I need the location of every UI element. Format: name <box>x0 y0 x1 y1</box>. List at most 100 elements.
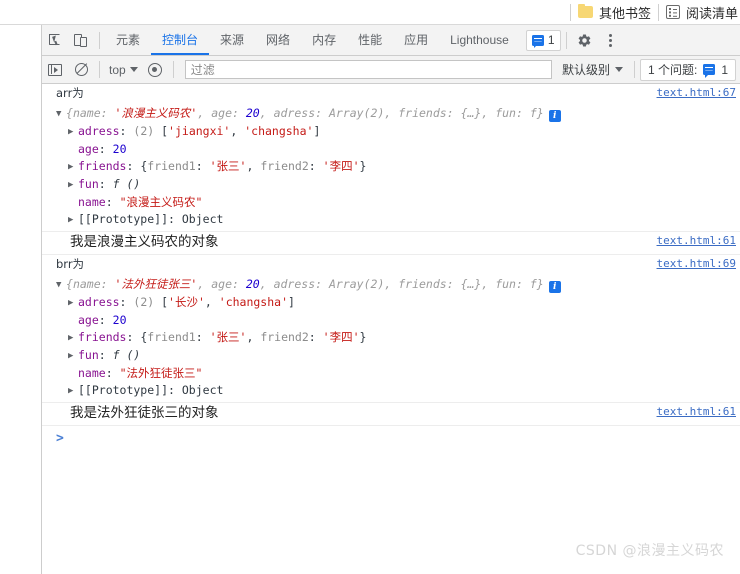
filterbar-divider-2 <box>172 61 174 78</box>
clear-console-button[interactable] <box>68 57 94 83</box>
expand-triangle-icon: ▶ <box>68 351 74 361</box>
expand-triangle-icon: ▶ <box>68 127 74 137</box>
source-link[interactable]: text.html:61 <box>657 234 736 247</box>
live-expression-button[interactable] <box>142 57 168 83</box>
source-link[interactable]: text.html:61 <box>657 405 736 418</box>
property-value-part: [ <box>161 124 169 138</box>
tab-sources[interactable]: 来源 <box>209 25 255 55</box>
property-value-part: 20 <box>112 313 127 327</box>
console-text-line: brr为 <box>56 257 85 271</box>
object-property-line[interactable]: ▶ friends: {friend1: '张三', friend2: '李四'} <box>42 158 740 176</box>
preview-value: Array(2) <box>328 106 385 120</box>
property-key: age <box>78 142 99 156</box>
property-value-part: 'changsha' <box>218 295 289 309</box>
bookmark-reading-list[interactable]: 阅读清单 <box>665 3 740 22</box>
console-message-row[interactable]: ▼ {name: '法外狂徒张三', age: 20, adress: Array… <box>42 275 740 403</box>
issues-count-chip[interactable]: 1 <box>525 29 561 51</box>
console-message-row[interactable]: text.html:67 arr为 <box>42 84 740 104</box>
property-value-part: '张三' <box>209 159 247 173</box>
console-message-row[interactable]: ▼ {name: '浪漫主义码农', age: 20, adress: Array… <box>42 104 740 232</box>
property-value-part: "浪漫主义码农" <box>119 195 203 209</box>
preview-key: age <box>211 106 232 120</box>
property-key: adress <box>78 124 120 138</box>
preview-colon: : <box>515 277 530 291</box>
object-property-line[interactable]: ▶ [[Prototype]]: Object <box>42 211 740 229</box>
issues-button[interactable]: 1 个问题: 1 <box>639 58 736 81</box>
property-value-part: f () <box>112 348 141 362</box>
settings-button[interactable] <box>572 27 598 53</box>
info-badge-icon[interactable]: i <box>548 281 561 293</box>
inspect-element-button[interactable] <box>42 27 68 53</box>
console-sidebar-button[interactable] <box>42 57 68 83</box>
log-level-label: 默认级别 <box>561 63 610 77</box>
preview-brace-open: { <box>66 106 73 120</box>
property-value-part: } <box>359 159 367 173</box>
tab-network[interactable]: 网络 <box>255 25 301 55</box>
tab-application[interactable]: 应用 <box>393 25 439 55</box>
preview-value: f <box>529 106 537 120</box>
log-level-select[interactable]: 默认级别 <box>556 61 629 78</box>
more-options-button[interactable] <box>598 27 624 53</box>
expand-triangle-icon: ▶ <box>68 333 74 343</box>
object-property-line[interactable]: name: "浪漫主义码农" <box>42 194 740 211</box>
tab-lighthouse[interactable]: Lighthouse <box>439 25 520 55</box>
console-log-text: 我是法外狂徒张三的对象 <box>70 405 219 421</box>
preview-value: '浪漫主义码农' <box>114 106 198 120</box>
console-prompt[interactable]: > <box>42 426 740 450</box>
source-link[interactable]: text.html:67 <box>657 86 736 99</box>
property-value-part: , <box>246 330 261 344</box>
property-colon: : <box>119 295 134 309</box>
object-property-line[interactable]: ▶ adress: (2) ['jiangxi', 'changsha'] <box>42 123 740 141</box>
preview-comma: , <box>259 277 274 291</box>
bookmarks-divider-2 <box>657 3 659 21</box>
preview-colon: : <box>100 277 115 291</box>
property-colon: : <box>119 124 134 138</box>
console-message-list[interactable]: text.html:67 arr为 ▼ {name: '浪漫主义码农', age: 2… <box>42 84 740 574</box>
preview-comma: , <box>259 106 274 120</box>
tab-console[interactable]: 控制台 <box>151 25 210 55</box>
preview-colon: : <box>100 106 115 120</box>
console-filter-input[interactable] <box>184 60 552 79</box>
property-value-part: '长沙' <box>168 295 205 309</box>
device-toolbar-button[interactable] <box>68 27 94 53</box>
bookmark-other-bookmarks[interactable]: 其他书签 <box>577 3 651 22</box>
object-property-line[interactable]: ▶ fun: f () <box>42 176 740 194</box>
expand-triangle-icon: ▶ <box>68 180 74 190</box>
info-badge-icon[interactable]: i <box>548 110 561 122</box>
tab-memory[interactable]: 内存 <box>301 25 347 55</box>
toolbar-divider-2 <box>565 31 567 49</box>
property-colon: : <box>98 348 113 362</box>
property-value-part: : <box>308 330 323 344</box>
property-value-part: friend2 <box>260 159 309 173</box>
property-value-part: , <box>230 124 245 138</box>
object-preview-line[interactable]: ▼ {name: '法外狂徒张三', age: 20, adress: Array… <box>42 276 740 294</box>
execution-context-select[interactable]: top <box>105 63 142 77</box>
preview-colon: : <box>315 106 329 120</box>
console-sidebar-icon <box>48 63 62 76</box>
expand-triangle-icon: ▼ <box>56 280 62 290</box>
preview-colon: : <box>232 277 246 291</box>
property-key: [[Prototype]] <box>78 383 169 397</box>
preview-key: name <box>72 277 101 291</box>
object-property-line[interactable]: ▶ fun: f () <box>42 347 740 365</box>
object-property-line[interactable]: age: 20 <box>42 312 740 329</box>
chevron-down-icon <box>129 67 138 72</box>
object-property-line[interactable]: ▶ [[Prototype]]: Object <box>42 382 740 400</box>
property-key: fun <box>78 177 99 191</box>
property-value-part: '李四' <box>322 159 360 173</box>
object-property-line[interactable]: age: 20 <box>42 141 740 158</box>
object-property-line[interactable]: name: "法外狂徒张三" <box>42 365 740 382</box>
tab-elements[interactable]: 元素 <box>105 25 151 55</box>
object-property-line[interactable]: ▶ friends: {friend1: '张三', friend2: '李四'} <box>42 329 740 347</box>
property-key: friends <box>78 159 127 173</box>
property-key: adress <box>78 295 120 309</box>
tab-performance[interactable]: 性能 <box>347 25 393 55</box>
property-value-part: Object <box>181 212 224 226</box>
source-link[interactable]: text.html:69 <box>657 257 736 270</box>
console-message-row[interactable]: text.html:61 我是法外狂徒张三的对象 <box>42 403 740 426</box>
console-message-row[interactable]: text.html:61 我是浪漫主义码农的对象 <box>42 232 740 255</box>
console-message-row[interactable]: text.html:69 brr为 <box>42 255 740 275</box>
object-property-line[interactable]: ▶ adress: (2) ['长沙', 'changsha'] <box>42 294 740 312</box>
object-preview-line[interactable]: ▼ {name: '浪漫主义码农', age: 20, adress: Array… <box>42 105 740 123</box>
preview-value: {…} <box>460 106 482 120</box>
